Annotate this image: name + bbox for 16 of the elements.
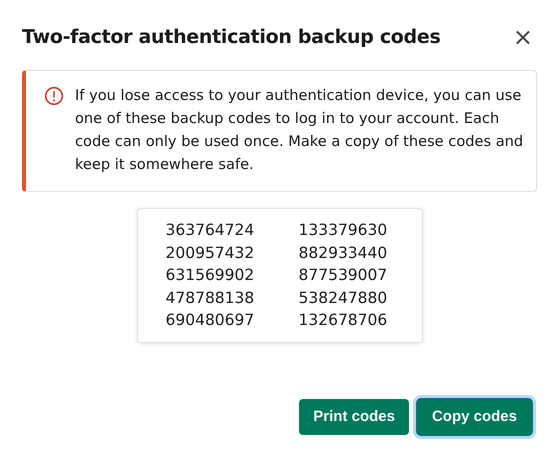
close-button[interactable]: × (508, 25, 537, 49)
backup-code: 133379630 (298, 220, 388, 241)
warning-icon (44, 86, 64, 106)
button[interactable]: Print codes (299, 398, 409, 434)
backup-code: 538247880 (298, 288, 388, 308)
backup-code: 690480697 (166, 310, 256, 331)
backup-code: 631569902 (166, 265, 256, 286)
backup-code: 200957432 (166, 242, 256, 264)
backup-code: 882933440 (298, 242, 388, 264)
backup-code: 363764724 (166, 220, 256, 241)
backup-code: 877539007 (298, 265, 388, 286)
dialog-title: Two-factor authentication backup codes (22, 26, 440, 48)
backup-code: 132678706 (298, 310, 388, 331)
alert-text: If you lose access to your authentication device, you can use one of these backup codes to log in to your account. Each code can only be used once. Make a copy of these codes and keep it somewhere safe. (75, 86, 524, 175)
button[interactable]: Copy codes (416, 398, 532, 434)
backup-code: 478788138 (166, 288, 256, 308)
